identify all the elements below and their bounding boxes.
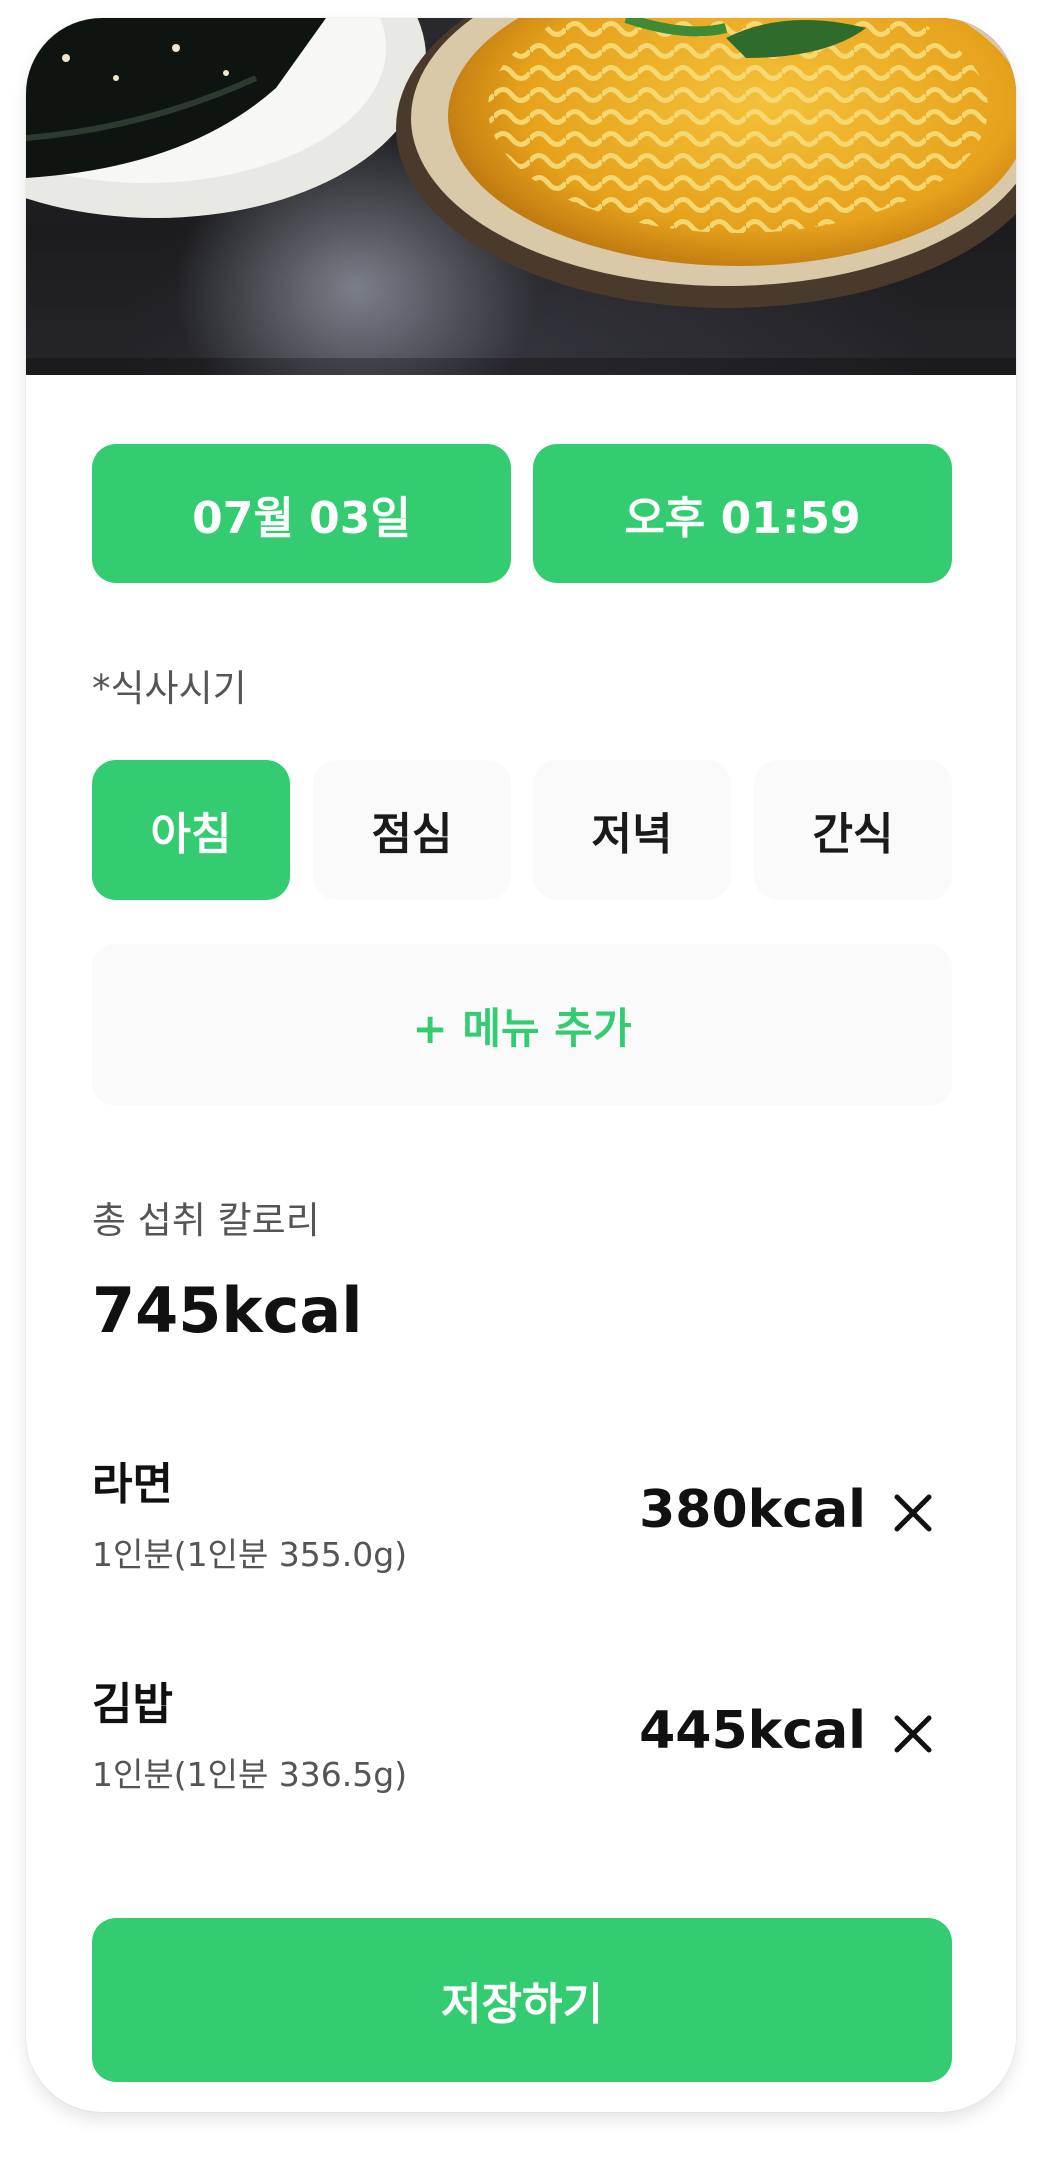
save-button[interactable]: 저장하기 [92, 1918, 952, 2082]
meal-option-snack[interactable]: 간식 [754, 760, 952, 900]
meal-option-breakfast[interactable]: 아침 [92, 760, 290, 900]
food-item-name: 라면 [92, 1459, 173, 1510]
date-button[interactable]: 07월 03일 [92, 444, 511, 583]
food-photo [26, 18, 1016, 375]
food-item-calories: 445kcal [639, 1701, 866, 1761]
food-item-name: 김밥 [92, 1679, 173, 1730]
close-icon [894, 1494, 932, 1532]
food-item-calories: 380kcal [639, 1480, 866, 1540]
total-calories-label: 총 섭취 칼로리 [92, 1199, 320, 1242]
meal-option-lunch[interactable]: 점심 [313, 760, 511, 900]
meal-record-card: 07월 03일 오후 01:59 *식사시기 아침 점심 저녁 간식 + 메뉴 … [26, 18, 1016, 2112]
meal-option-dinner[interactable]: 저녁 [533, 760, 731, 900]
time-button[interactable]: 오후 01:59 [533, 444, 952, 583]
close-icon [894, 1715, 932, 1753]
remove-item-button[interactable] [890, 1711, 936, 1757]
food-item-serving: 1인분(1인분 355.0g) [92, 1535, 408, 1574]
meal-time-label: *식사시기 [92, 667, 247, 710]
food-item-serving: 1인분(1인분 336.5g) [92, 1755, 408, 1794]
total-calories-value: 745kcal [92, 1274, 363, 1347]
remove-item-button[interactable] [890, 1490, 936, 1536]
add-menu-button[interactable]: + 메뉴 추가 [92, 944, 952, 1106]
